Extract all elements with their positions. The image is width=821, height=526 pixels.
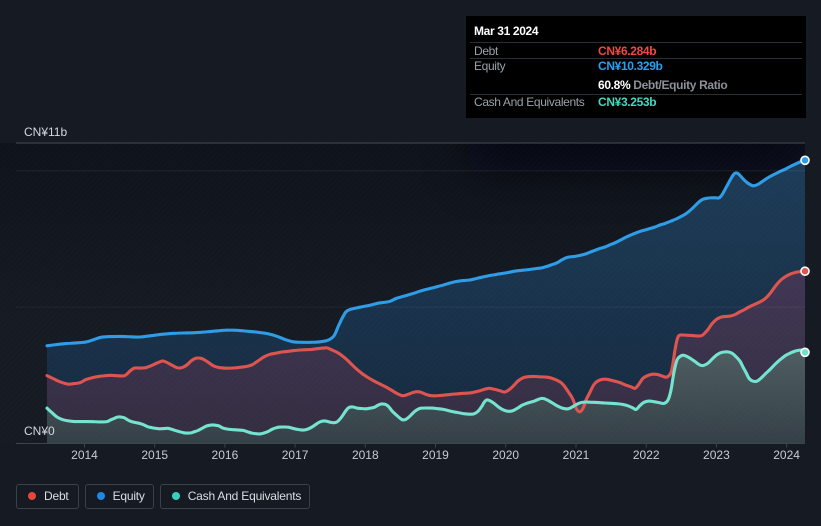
svg-text:2021: 2021 [563,448,590,462]
svg-text:2017: 2017 [282,448,309,462]
svg-text:CN¥0: CN¥0 [24,424,55,438]
svg-text:2022: 2022 [633,448,660,462]
svg-text:2014: 2014 [71,448,98,462]
svg-text:2016: 2016 [212,448,239,462]
svg-text:2024: 2024 [773,448,800,462]
svg-text:2018: 2018 [352,448,379,462]
svg-text:2019: 2019 [422,448,449,462]
svg-text:2015: 2015 [141,448,168,462]
svg-text:CN¥11b: CN¥11b [24,125,67,139]
svg-text:2020: 2020 [492,448,519,462]
svg-text:2023: 2023 [703,448,730,462]
